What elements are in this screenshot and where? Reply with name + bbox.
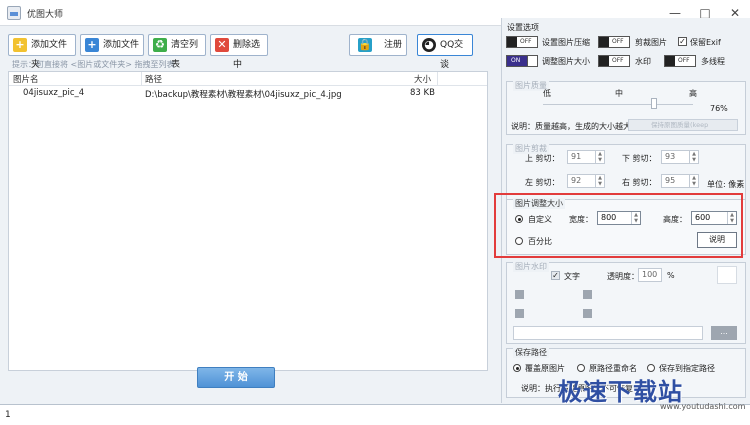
site-watermark-url: www.youtudashi.com xyxy=(660,402,746,411)
column-header-name[interactable]: 图片名 xyxy=(13,73,39,85)
watermark-position-option[interactable] xyxy=(515,290,524,299)
opacity-input[interactable]: 100 xyxy=(638,268,662,282)
register-label: 注册 xyxy=(384,40,403,50)
left-panel: + 添加文件夹 + 添加文件 ♻ 清空列表 ✕ 删除选中 🔒 注册 ◕ QQ交谈… xyxy=(0,27,498,403)
crop-toggle[interactable]: OFF xyxy=(598,36,630,48)
qq-chat-button[interactable]: ◕ QQ交谈 xyxy=(417,34,473,70)
left-crop-label: 左 剪切： xyxy=(525,178,560,187)
settings-title: 设置选项 xyxy=(507,23,539,32)
keep-original-quality-button[interactable]: 保持原图质量(keep original) xyxy=(628,119,738,131)
quality-value: 76% xyxy=(710,104,728,113)
column-header-path[interactable]: 路径 xyxy=(145,73,162,85)
watermark-label: 水印 xyxy=(635,57,651,66)
top-crop-input[interactable]: 91 ▲ ▼ xyxy=(567,150,605,164)
quality-slider-thumb[interactable] xyxy=(651,98,657,109)
right-crop-label: 右 剪切： xyxy=(622,178,657,187)
quality-low-label: 低 xyxy=(543,89,551,98)
recycle-icon: ♻ xyxy=(153,38,167,52)
delete-selected-button[interactable]: ✕ 删除选中 xyxy=(210,34,268,70)
add-file-label: 添加文件 xyxy=(103,40,140,50)
clear-list-button[interactable]: ♻ 清空列表 xyxy=(148,34,206,70)
left-crop-input[interactable]: 92 ▲ ▼ xyxy=(567,174,605,188)
watermark-position-option[interactable] xyxy=(583,290,592,299)
file-plus-icon: + xyxy=(85,38,99,52)
folder-plus-icon: + xyxy=(13,38,27,52)
file-path-cell: D:\backup\教程素材\教程素材\04jisuxz_pic_4.jpg xyxy=(145,90,342,100)
delete-icon: ✕ xyxy=(215,38,229,52)
file-name-cell: 04jisuxz_pic_4 xyxy=(23,88,85,98)
file-list[interactable]: 图片名 路径 大小 04jisuxz_pic_4 D:\backup\教程素材\… xyxy=(8,71,488,371)
start-button[interactable]: 开 始 xyxy=(197,367,275,388)
watermark-color-swatch[interactable] xyxy=(717,266,737,284)
watermark-position-option[interactable] xyxy=(515,309,524,318)
drag-hint: 提示：可直接将 <图片或文件夹> 拖拽至列表 xyxy=(12,60,175,69)
opacity-unit: % xyxy=(667,271,675,280)
multithread-toggle[interactable]: OFF xyxy=(664,55,696,67)
register-button[interactable]: 🔒 注册 xyxy=(349,34,407,56)
watermark-title: 图片水印 xyxy=(513,261,549,272)
crop-label: 剪裁图片 xyxy=(635,38,667,47)
column-header-size[interactable]: 大小 xyxy=(414,73,431,85)
bottom-crop-input[interactable]: 93 ▲ ▼ xyxy=(661,150,699,164)
app-logo-icon xyxy=(7,6,21,20)
top-crop-label: 上 剪切： xyxy=(525,154,560,163)
window-title: 优图大师 xyxy=(27,10,64,20)
overwrite-radio[interactable] xyxy=(513,364,521,372)
compress-toggle[interactable]: OFF xyxy=(506,36,538,48)
multithread-label: 多线程 xyxy=(701,57,725,66)
bottom-crop-label: 下 剪切： xyxy=(622,154,657,163)
save-path-title: 保存路径 xyxy=(513,347,549,358)
file-size-cell: 83 KB xyxy=(410,88,435,98)
resize-label: 调整图片大小 xyxy=(542,57,590,66)
right-crop-input[interactable]: 95 ▲ ▼ xyxy=(661,174,699,188)
rename-radio[interactable] xyxy=(577,364,585,372)
specified-path-radio[interactable] xyxy=(647,364,655,372)
qq-penguin-icon: ◕ xyxy=(422,38,436,52)
clear-list-label: 清空列表 xyxy=(171,40,199,70)
quality-slider-track xyxy=(543,104,693,105)
watermark-text-label: 文字 xyxy=(564,272,580,281)
qq-chat-label: QQ交谈 xyxy=(440,40,464,70)
file-list-header: 图片名 路径 大小 xyxy=(9,72,487,86)
watermark-browse-button[interactable]: ... xyxy=(711,326,737,340)
quality-mid-label: 中 xyxy=(615,89,623,98)
status-bar: 1 xyxy=(0,404,750,425)
add-folder-button[interactable]: + 添加文件夹 xyxy=(8,34,76,70)
compress-label: 设置图片压缩 xyxy=(542,38,590,47)
quality-high-label: 高 xyxy=(689,89,697,98)
add-file-button[interactable]: + 添加文件 xyxy=(80,34,144,56)
status-count: 1 xyxy=(5,410,11,420)
delete-selected-label: 删除选中 xyxy=(233,40,261,70)
highlight-box xyxy=(494,193,743,258)
watermark-position-option[interactable] xyxy=(583,309,592,318)
watermark-toggle[interactable]: OFF xyxy=(598,55,630,67)
lock-icon: 🔒 xyxy=(358,38,372,52)
crop-unit-label: 单位: 像素 xyxy=(707,180,745,189)
crop-group: 图片剪裁 上 剪切： 91 ▲ ▼ 下 剪切： 93 ▲ ▼ 左 剪切： 92 ▲ ▼ 右 … xyxy=(506,143,746,200)
watermark-path-input[interactable] xyxy=(513,326,703,340)
keep-exif-label: 保留Exif xyxy=(690,38,721,47)
watermark-text-checkbox[interactable]: ✓ xyxy=(551,271,560,280)
resize-toggle[interactable]: ON xyxy=(506,55,538,67)
watermark-group: 图片水印 ✓ 文字 透明度： 100 % ... xyxy=(506,261,746,344)
quality-note: 说明：质量越高，生成的大小越大 xyxy=(511,122,631,131)
opacity-label: 透明度： xyxy=(607,272,639,281)
keep-exif-checkbox[interactable]: ✓ xyxy=(678,37,687,46)
quality-group: 图片质量 低 中 高 76% 说明：质量越高，生成的大小越大 保持原图质量(ke… xyxy=(506,80,746,135)
